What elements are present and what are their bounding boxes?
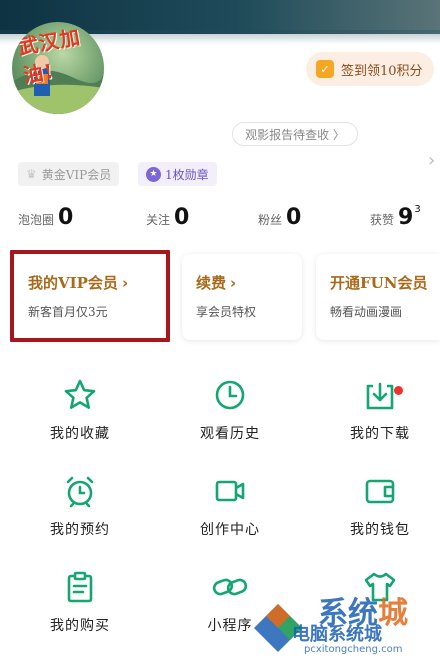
stat-value: 0 xyxy=(174,205,190,230)
download-icon xyxy=(366,382,394,410)
grid-item-wallet[interactable]: 我的钱包 xyxy=(320,474,440,554)
chevron-right-icon: › xyxy=(230,274,237,292)
card-subtitle: 享会员特权 xyxy=(196,305,257,319)
checkin-button[interactable]: ✓ 签到领10积分 xyxy=(306,52,434,86)
card-title-text: 续费 xyxy=(196,274,227,292)
grid-item-purchases[interactable]: 我的购买 xyxy=(20,570,140,650)
grid-item-dress-up[interactable] xyxy=(320,570,440,650)
stat-value: 0 xyxy=(286,205,302,230)
renew-card[interactable]: 续费 › 享会员特权 xyxy=(182,254,302,340)
grid-item-favorites[interactable]: 我的收藏 xyxy=(20,378,140,458)
grid-item-reservations[interactable]: 我的预约 xyxy=(20,474,140,554)
stat-bubble-circle[interactable]: 泡泡圈 0 xyxy=(18,205,73,230)
video-camera-icon xyxy=(215,480,245,502)
chevron-right-icon: › xyxy=(121,274,129,292)
stat-label: 获赞 xyxy=(370,213,395,227)
grid-item-history[interactable]: 观看历史 xyxy=(170,378,290,458)
feature-grid: 我的收藏 观看历史 我的下载 我的预约 创作中心 我的钱包 我的购买 小程序 xyxy=(0,368,440,660)
grid-label: 创作中心 xyxy=(200,522,260,538)
card-title-text: 我的VIP会员 xyxy=(28,274,118,292)
stat-value: 9 xyxy=(398,205,414,230)
grid-label: 我的预约 xyxy=(50,522,110,538)
card-title: 开通FUN会员 xyxy=(330,272,440,293)
stat-label: 粉丝 xyxy=(258,213,283,227)
stat-label: 泡泡圈 xyxy=(18,213,55,227)
grid-label: 观看历史 xyxy=(200,426,260,442)
card-title-text: 开通FUN会员 xyxy=(330,274,428,292)
medal-label: 1枚勋章 xyxy=(165,167,209,182)
viewing-report-button[interactable]: 观影报告待查收 〉 xyxy=(232,122,358,146)
grid-label: 我的下载 xyxy=(350,426,410,442)
stat-following[interactable]: 关注 0 xyxy=(146,205,189,230)
card-subtitle: 新客首月仅3元 xyxy=(28,305,108,319)
grid-label: 小程序 xyxy=(207,618,253,634)
grid-label: 我的钱包 xyxy=(350,522,410,538)
crown-icon: ♛ xyxy=(26,167,37,181)
membership-cards: 我的VIP会员 › 新客首月仅3元 续费 › 享会员特权 开通FUN会员 畅看动画漫… xyxy=(0,254,440,344)
calendar-check-icon: ✓ xyxy=(316,60,334,78)
stat-likes[interactable]: 获赞 9 3 xyxy=(370,204,421,230)
grid-item-mini-programs[interactable]: 小程序 xyxy=(170,570,290,650)
wallet-icon xyxy=(365,479,395,504)
grid-item-downloads[interactable]: 我的下载 xyxy=(320,378,440,458)
stat-label: 关注 xyxy=(146,213,171,227)
link-icon xyxy=(212,578,248,596)
card-title: 我的VIP会员 › xyxy=(28,272,164,293)
medal-tag[interactable]: ★ 1枚勋章 xyxy=(138,162,217,186)
card-subtitle: 畅看动画漫画 xyxy=(330,305,403,319)
grid-label: 我的收藏 xyxy=(50,426,110,442)
my-vip-card[interactable]: 我的VIP会员 › 新客首月仅3元 xyxy=(14,254,164,340)
grid-label: 我的购买 xyxy=(50,618,110,634)
avatar[interactable]: 武汉加油! xyxy=(12,22,104,114)
shirt-icon xyxy=(364,572,396,602)
fun-member-card[interactable]: 开通FUN会员 畅看动画漫画 xyxy=(316,254,440,340)
vip-level-tag[interactable]: ♛ 黄金VIP会员 xyxy=(18,162,120,186)
checkin-label: 签到领10积分 xyxy=(341,63,423,79)
clock-icon xyxy=(215,380,245,410)
star-icon xyxy=(64,379,96,409)
card-title: 续费 › xyxy=(196,272,302,293)
alarm-icon xyxy=(66,476,94,508)
clipboard-icon xyxy=(67,571,93,603)
stats-row: 泡泡圈 0 关注 0 粉丝 0 获赞 9 3 xyxy=(0,204,440,235)
stat-followers[interactable]: 粉丝 0 xyxy=(258,205,301,230)
stat-superscript: 3 xyxy=(414,204,421,215)
medal-icon: ★ xyxy=(146,166,161,182)
notification-dot xyxy=(394,386,403,395)
vip-level-label: 黄金VIP会员 xyxy=(41,167,112,182)
stat-value: 0 xyxy=(58,205,74,230)
chevron-right-icon[interactable]: › xyxy=(428,150,435,171)
grid-item-creator-center[interactable]: 创作中心 xyxy=(170,474,290,554)
